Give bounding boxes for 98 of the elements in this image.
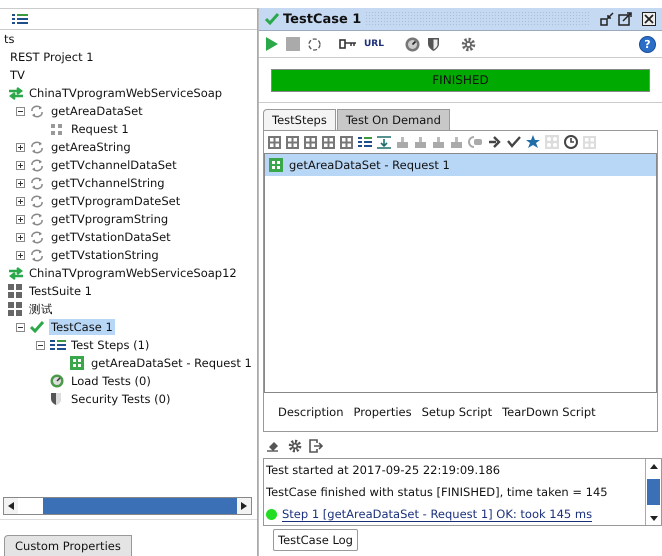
request-icon xyxy=(70,356,84,370)
tree-item[interactable]: getAreaDataSet - Request 1 xyxy=(89,355,254,371)
log-line: TestCase finished with status [FINISHED], time taken = 145 xyxy=(266,484,609,501)
step-type-icon[interactable] xyxy=(268,136,281,148)
check-icon xyxy=(265,13,279,25)
horizontal-scrollbar[interactable] xyxy=(3,497,252,515)
restore-icon[interactable] xyxy=(600,12,614,26)
detail-tab[interactable]: Properties xyxy=(350,405,416,419)
detail-tab[interactable]: Description xyxy=(274,405,348,419)
check-icon[interactable] xyxy=(507,136,521,148)
tree-item[interactable]: getTVchannelDataSet xyxy=(49,157,179,173)
loop-icon[interactable] xyxy=(307,36,322,52)
request-icon xyxy=(269,158,283,172)
tree-item[interactable]: getTVchannelString xyxy=(49,175,167,191)
grid-icon xyxy=(8,302,22,316)
test-step-row[interactable]: getAreaDataSet - Request 1 xyxy=(265,154,656,176)
request-icon xyxy=(50,122,64,136)
tree-item[interactable]: 测试 xyxy=(27,300,55,318)
collapse-toggle[interactable] xyxy=(36,340,44,350)
refresh-icon xyxy=(30,176,44,190)
refresh-icon xyxy=(30,194,44,208)
refresh-icon xyxy=(30,212,44,226)
tree-item[interactable]: TestSuite 1 xyxy=(27,283,94,299)
step-type-icon[interactable] xyxy=(304,136,317,148)
tree-item[interactable]: getAreaString xyxy=(49,139,133,155)
shield-icon xyxy=(50,392,62,406)
vertical-scrollbar[interactable] xyxy=(645,459,661,525)
arrows-icon xyxy=(8,86,24,100)
tree-item[interactable]: getTVstationString xyxy=(49,247,161,263)
expand-toggle[interactable] xyxy=(16,232,24,242)
tree-item[interactable]: ChinaTVprogramWebServiceSoap12 xyxy=(27,265,239,281)
tab[interactable]: Test On Demand xyxy=(336,109,450,130)
clock-icon[interactable] xyxy=(564,135,578,149)
refresh-icon xyxy=(30,230,44,244)
check-icon xyxy=(30,321,44,333)
detail-tab[interactable]: Setup Script xyxy=(418,405,496,419)
expand-toggle[interactable] xyxy=(16,214,24,224)
key-icon[interactable] xyxy=(339,39,357,49)
step-result-link[interactable]: Step 1 [getAreaDataSet - Request 1] OK: took 145 ms xyxy=(282,506,592,522)
detail-tab[interactable]: TearDown Script xyxy=(498,405,600,419)
tree-item[interactable]: Request 1 xyxy=(69,121,131,137)
gauge-icon[interactable] xyxy=(404,36,420,52)
tree-item[interactable]: ChinaTVprogramWebServiceSoap xyxy=(27,85,224,101)
tree-item[interactable]: TestCase 1 xyxy=(49,319,115,335)
refresh-icon xyxy=(30,158,44,172)
step-type-icon[interactable] xyxy=(286,136,299,148)
refresh-icon xyxy=(30,248,44,262)
window-title: TestCase 1 xyxy=(283,12,362,26)
left-arrow-icon[interactable] xyxy=(8,502,14,510)
list-icon xyxy=(50,339,66,351)
expand-toggle[interactable] xyxy=(16,160,24,170)
grid-icon xyxy=(8,284,22,298)
split-arrow-icon[interactable] xyxy=(488,135,502,149)
gear-icon[interactable] xyxy=(288,439,302,453)
url-button[interactable]: URL xyxy=(364,39,384,49)
gauge-icon xyxy=(50,374,64,388)
up-arrow-icon[interactable] xyxy=(650,464,658,468)
refresh-icon xyxy=(30,140,44,154)
gear-icon[interactable] xyxy=(460,36,476,52)
insert-icon[interactable] xyxy=(377,136,391,148)
export-icon[interactable] xyxy=(309,439,323,453)
custom-properties-tab[interactable]: Custom Properties xyxy=(4,535,132,556)
shield-icon[interactable] xyxy=(426,36,440,52)
tree-item[interactable]: getTVprogramDateSet xyxy=(49,193,182,209)
list-icon[interactable] xyxy=(12,13,28,25)
collapse-toggle[interactable] xyxy=(16,106,24,116)
tree-item[interactable]: Security Tests (0) xyxy=(69,391,172,407)
down-arrow-icon[interactable] xyxy=(650,516,658,520)
tree-item[interactable]: ts xyxy=(2,31,17,47)
tree-item[interactable]: getTVstationDataSet xyxy=(49,229,173,245)
run-icon[interactable] xyxy=(265,36,279,52)
tree-item[interactable]: TV xyxy=(8,67,27,83)
right-arrow-icon[interactable] xyxy=(241,502,247,510)
list-icon[interactable] xyxy=(358,136,372,148)
close-icon[interactable] xyxy=(642,12,656,26)
step-type-icon[interactable] xyxy=(340,136,353,148)
tree-item[interactable]: getTVprogramString xyxy=(49,211,170,227)
refresh-icon xyxy=(30,104,44,118)
expand-toggle[interactable] xyxy=(16,196,24,206)
expand-toggle[interactable] xyxy=(16,250,24,260)
testcase-log-button[interactable]: TestCase Log xyxy=(273,529,358,551)
maximize-icon[interactable] xyxy=(618,12,632,26)
test-step-name: getAreaDataSet - Request 1 xyxy=(289,158,450,172)
progress-status: FINISHED xyxy=(432,73,489,87)
tree-item[interactable]: REST Project 1 xyxy=(8,49,96,65)
step-type-icon[interactable] xyxy=(322,136,335,148)
tree-item[interactable]: Load Tests (0) xyxy=(69,373,153,389)
expand-toggle[interactable] xyxy=(16,142,24,152)
tree-item[interactable]: getAreaDataSet xyxy=(49,103,145,119)
log-line: Test started at 2017-09-25 22:19:09.186 xyxy=(266,462,502,479)
tab[interactable]: TestSteps xyxy=(263,109,336,130)
expand-toggle[interactable] xyxy=(16,178,24,188)
help-button[interactable]: ? xyxy=(639,36,656,52)
tree-item[interactable]: Test Steps (1) xyxy=(69,337,152,353)
collapse-toggle[interactable] xyxy=(16,322,24,332)
eraser-icon[interactable] xyxy=(267,440,281,452)
arrows-icon xyxy=(8,266,24,280)
star-icon[interactable] xyxy=(526,135,540,149)
